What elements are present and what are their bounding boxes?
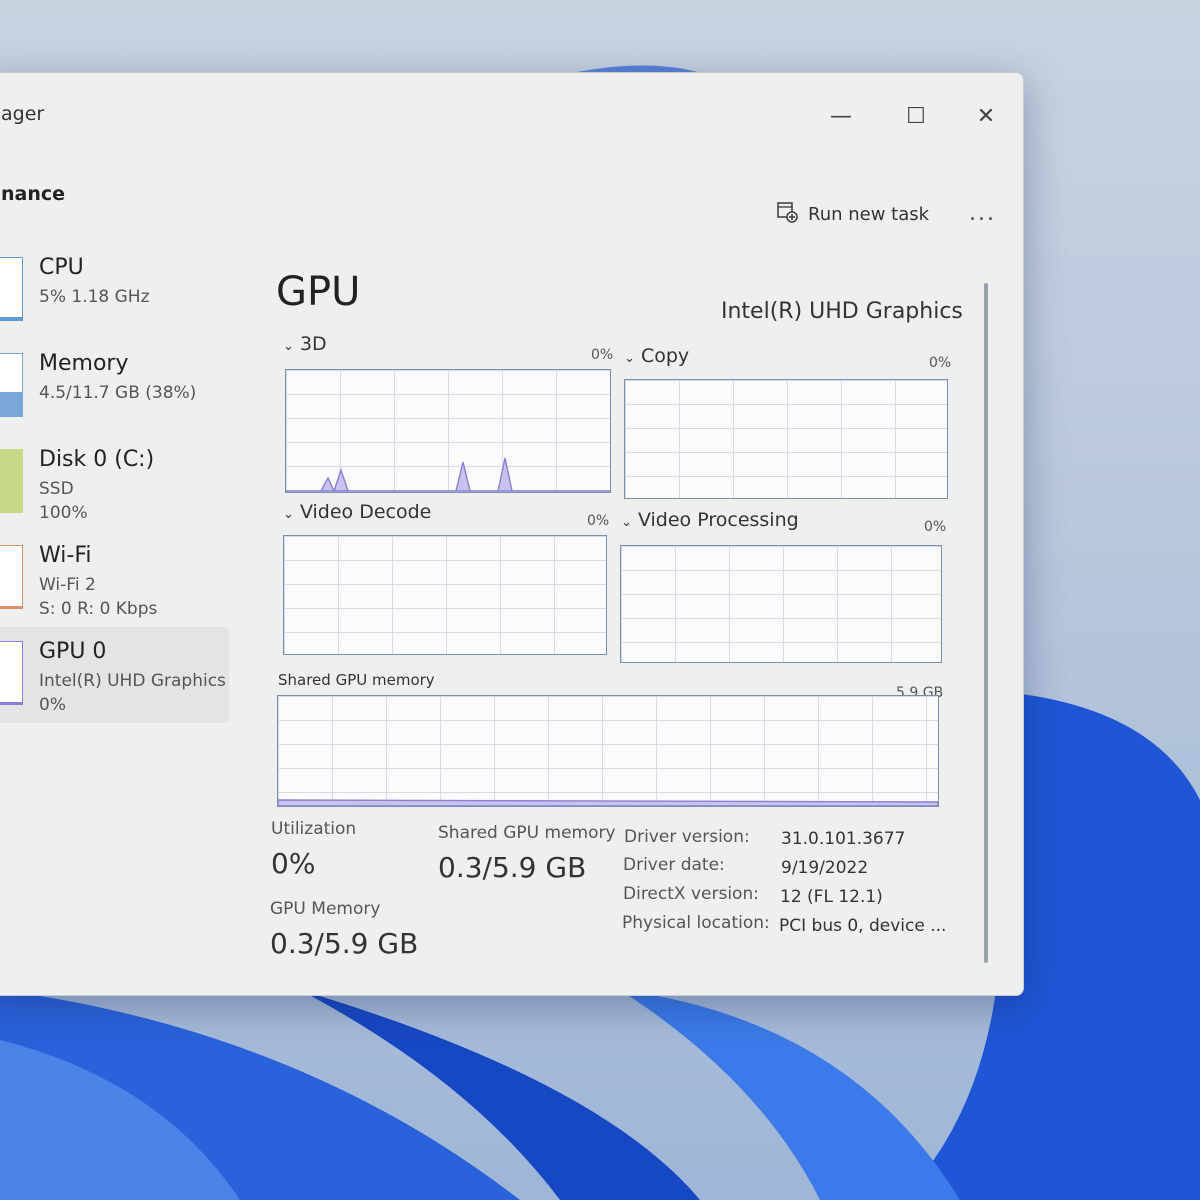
chevron-down-icon: ⌄	[621, 515, 632, 530]
sidebar-item-gpu[interactable]: GPU 0 Intel(R) UHD Graphics 0%	[0, 627, 229, 723]
graph-3d	[285, 369, 611, 493]
adapter-name: Intel(R) UHD Graphics	[721, 299, 963, 324]
run-task-icon	[776, 201, 798, 228]
sidebar-item-disk[interactable]: Disk 0 (C:) SSD 100%	[0, 435, 231, 531]
graph-shared-memory-series	[278, 799, 938, 806]
gpu-thumbnail	[0, 641, 23, 705]
directx-version-label: DirectX version:	[623, 884, 759, 904]
driver-date-label: Driver date:	[623, 855, 725, 875]
graph-3d-plot	[286, 457, 610, 492]
graph-shared-memory-label: Shared GPU memory	[278, 671, 435, 689]
chevron-down-icon: ⌄	[283, 507, 294, 522]
disk-thumbnail	[0, 449, 23, 513]
sidebar-item-label: Disk 0 (C:)	[39, 447, 155, 472]
graph-video-processing-percent: 0%	[924, 519, 947, 535]
graph-shared-memory-plot	[278, 799, 938, 806]
sidebar-item-detail: Intel(R) UHD Graphics 0%	[39, 671, 226, 715]
run-task-label: Run new task	[808, 204, 930, 225]
shared-memory-label: Shared GPU memory	[438, 823, 616, 843]
driver-version-value: 31.0.101.3677	[781, 829, 906, 849]
driver-version-label: Driver version:	[624, 827, 750, 847]
sidebar-item-label: Memory	[39, 351, 129, 376]
gpu-fill	[0, 702, 22, 704]
chevron-down-icon: ⌄	[283, 339, 294, 354]
page-title: GPU	[276, 269, 361, 315]
run-new-task-button[interactable]: Run new task	[776, 201, 929, 228]
gpu-memory-value: 0.3/5.9 GB	[270, 927, 419, 960]
graph-video-decode-percent: 0%	[587, 513, 610, 529]
minimize-button[interactable]: —	[811, 99, 871, 135]
maximize-button[interactable]: ☐	[886, 99, 946, 135]
utilization-value: 0%	[271, 847, 316, 880]
graph-video-decode-dropdown[interactable]: ⌄ Video Decode	[283, 501, 431, 523]
graph-3d-percent: 0%	[591, 347, 614, 363]
section-title: nance	[1, 183, 66, 205]
graph-copy-percent: 0%	[929, 355, 952, 371]
physical-location-value: PCI bus 0, device ...	[779, 916, 947, 936]
graph-video-processing-dropdown[interactable]: ⌄ Video Processing	[621, 509, 799, 531]
graph-video-processing	[620, 545, 942, 663]
scrollbar[interactable]	[984, 283, 988, 963]
sidebar-item-detail: Wi-Fi 2 S: 0 R: 0 Kbps	[39, 575, 158, 619]
sidebar-item-memory[interactable]: Memory 4.5/11.7 GB (38%)	[0, 339, 231, 435]
chevron-down-icon: ⌄	[624, 351, 635, 366]
close-button[interactable]: ✕	[956, 99, 1016, 135]
directx-version-value: 12 (FL 12.1)	[780, 887, 883, 907]
sidebar-item-cpu[interactable]: CPU 5% 1.18 GHz	[0, 243, 231, 339]
graph-video-decode	[283, 535, 607, 655]
memory-thumbnail	[0, 353, 23, 417]
more-options-button[interactable]: ...	[969, 201, 996, 226]
physical-location-label: Physical location:	[622, 913, 770, 933]
driver-date-value: 9/19/2022	[781, 858, 869, 878]
gpu-memory-label: GPU Memory	[270, 899, 381, 919]
sidebar-item-label: Wi-Fi	[39, 543, 92, 568]
cpu-fill	[0, 316, 22, 320]
sidebar-item-label: GPU 0	[39, 639, 107, 664]
window-title: ager	[1, 103, 45, 125]
sidebar-item-wifi[interactable]: Wi-Fi Wi-Fi 2 S: 0 R: 0 Kbps	[0, 531, 231, 627]
graph-3d-series	[286, 457, 610, 492]
performance-sidebar: CPU 5% 1.18 GHz Memory 4.5/11.7 GB (38%)…	[0, 243, 231, 723]
cpu-thumbnail	[0, 257, 23, 321]
shared-memory-value: 0.3/5.9 GB	[438, 851, 587, 884]
sidebar-item-detail: 5% 1.18 GHz	[39, 287, 150, 307]
utilization-label: Utilization	[271, 819, 357, 839]
sidebar-item-label: CPU	[39, 255, 84, 280]
graph-shared-memory	[277, 695, 939, 807]
sidebar-item-detail: SSD 100%	[39, 479, 88, 523]
disk-fill	[0, 450, 22, 512]
graph-copy-dropdown[interactable]: ⌄ Copy	[624, 345, 689, 367]
graph-3d-dropdown[interactable]: ⌄ 3D	[283, 333, 327, 355]
sidebar-item-detail: 4.5/11.7 GB (38%)	[39, 383, 197, 403]
memory-fill	[0, 392, 22, 416]
graph-copy	[624, 379, 948, 499]
task-manager-window: ager — ☐ ✕ nance Run new task ... CPU 5%…	[0, 72, 1024, 996]
wifi-thumbnail	[0, 545, 23, 609]
wifi-fill	[0, 606, 22, 608]
